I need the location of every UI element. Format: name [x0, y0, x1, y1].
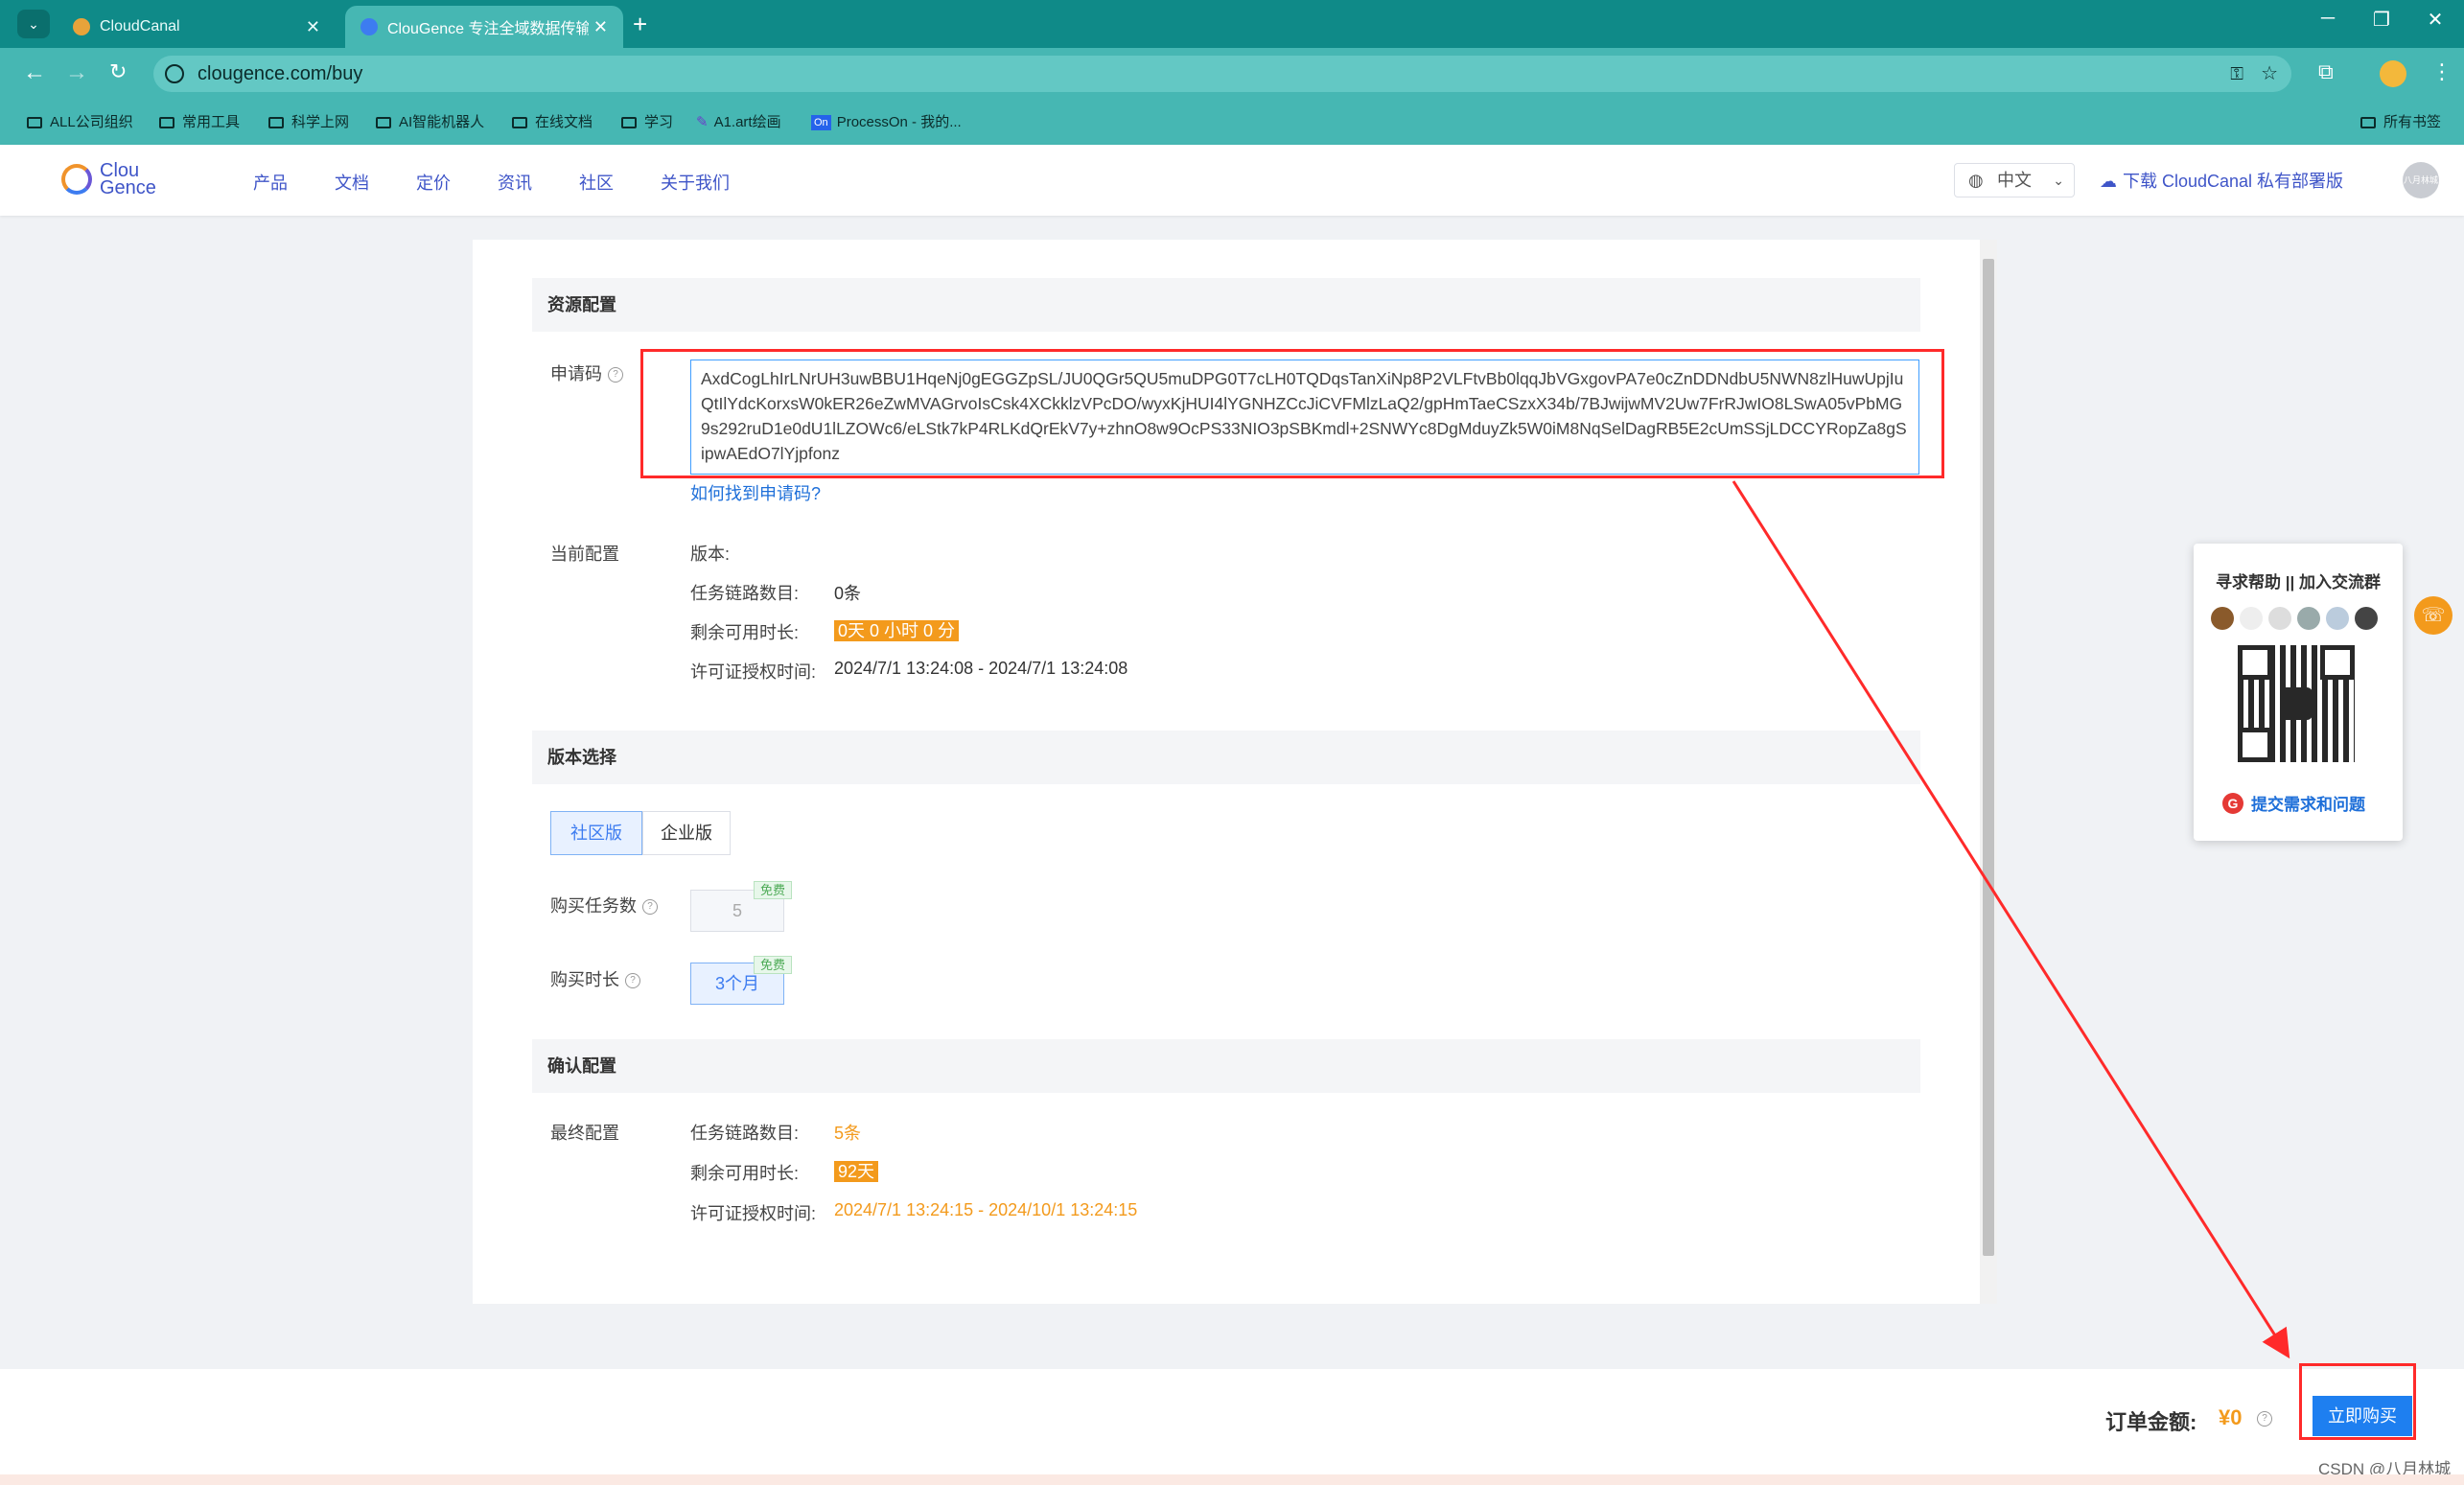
annotation-arrow — [1732, 480, 2290, 1359]
